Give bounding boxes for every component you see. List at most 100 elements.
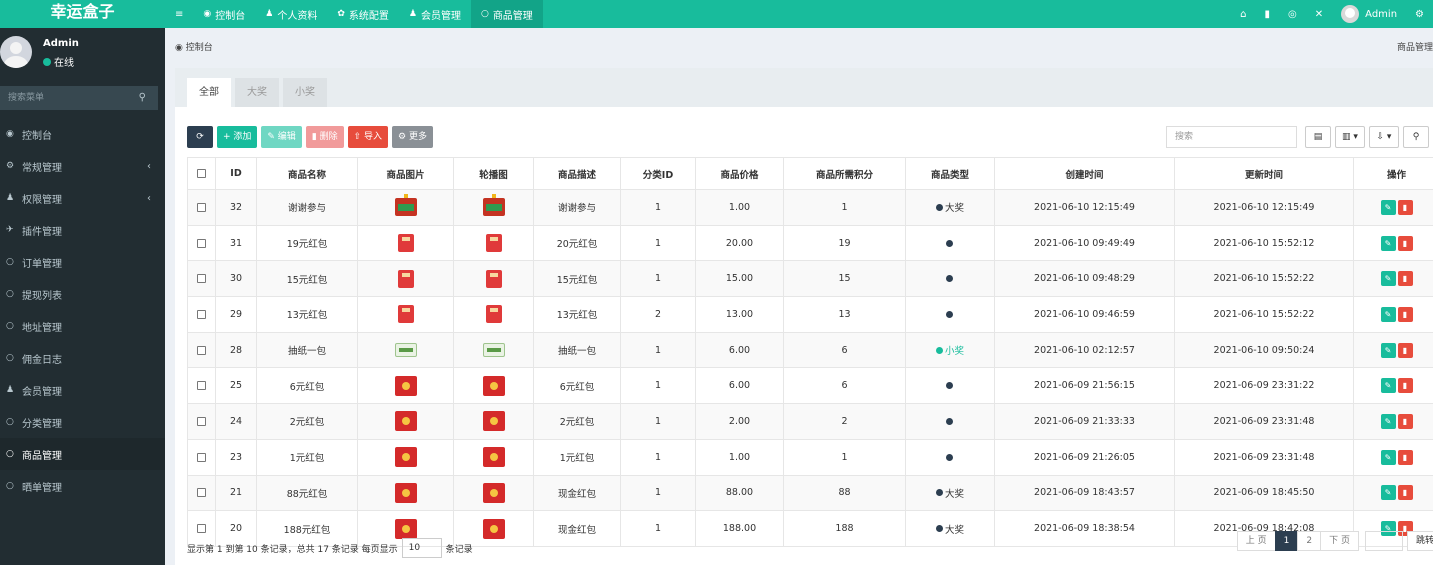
sidebar-toggle-button[interactable]: ≡ <box>165 0 193 28</box>
topnav-tab-members[interactable]: ♟ 会员管理 <box>399 0 471 28</box>
checkbox[interactable] <box>197 345 206 355</box>
row-edit-button[interactable]: ✎ <box>1380 449 1396 465</box>
table-row[interactable]: 29 13元红包 13元红包 2 13.00 13 2021-06-10 09:46:59 2… <box>187 296 1433 333</box>
checkbox[interactable] <box>197 488 206 498</box>
sidebar-item[interactable]: ○ 订单管理 <box>0 246 165 278</box>
col-id[interactable]: ID <box>215 157 257 190</box>
product-image[interactable] <box>394 482 417 503</box>
table-search-input[interactable]: 搜索 <box>1166 126 1297 148</box>
page-jump-button[interactable]: 跳转 <box>1406 531 1433 551</box>
product-image[interactable] <box>397 234 414 253</box>
product-image[interactable] <box>394 343 417 358</box>
sidebar-item[interactable]: ♟ 会员管理 <box>0 374 165 406</box>
checkbox[interactable] <box>197 452 206 462</box>
refresh-icon[interactable]: ◎ <box>1279 9 1306 20</box>
carousel-image[interactable] <box>482 343 505 358</box>
sidebar-item[interactable]: ○ 晒单管理 <box>0 470 165 502</box>
page-prev-button[interactable]: 上 页 <box>1236 531 1276 551</box>
row-select[interactable] <box>187 367 216 405</box>
checkbox[interactable] <box>197 169 206 178</box>
checkbox[interactable] <box>197 381 206 391</box>
refresh-button[interactable]: ⟳ <box>187 126 213 148</box>
delete-button[interactable]: ▮ 删除 <box>305 126 344 148</box>
fullscreen-icon[interactable]: ✕ <box>1306 9 1332 20</box>
topnav-tab-dashboard[interactable]: ◉ 控制台 <box>193 0 255 28</box>
row-edit-button[interactable]: ✎ <box>1380 342 1396 358</box>
col-price[interactable]: 商品价格 <box>695 157 784 190</box>
search-button[interactable]: ⚲ <box>1403 126 1429 148</box>
product-image[interactable] <box>394 194 417 217</box>
row-edit-button[interactable]: ✎ <box>1380 199 1396 215</box>
product-image[interactable] <box>397 269 414 288</box>
row-delete-button[interactable]: ▮ <box>1397 235 1413 251</box>
import-button[interactable]: ⇧ 导入 <box>347 126 389 148</box>
row-delete-button[interactable]: ▮ <box>1397 449 1413 465</box>
sidebar-item[interactable]: ♟ 权限管理 ‹ <box>0 182 165 214</box>
toggle-view-button[interactable]: ▤ <box>1305 126 1331 148</box>
sidebar-item[interactable]: ✈ 插件管理 <box>0 214 165 246</box>
row-edit-button[interactable]: ✎ <box>1380 271 1396 287</box>
tab-small-prize[interactable]: 小奖 <box>283 78 327 107</box>
row-edit-button[interactable]: ✎ <box>1380 378 1396 394</box>
export-dropdown-button[interactable]: ⇩ ▾ <box>1369 126 1399 148</box>
sidebar-item[interactable]: ○ 地址管理 <box>0 310 165 342</box>
topnav-tab-goods[interactable]: ○ 商品管理 <box>470 0 543 28</box>
row-delete-button[interactable]: ▮ <box>1397 271 1413 287</box>
carousel-image[interactable] <box>485 269 502 288</box>
row-select[interactable] <box>187 438 216 476</box>
select-all-checkbox[interactable] <box>187 157 216 190</box>
row-edit-button[interactable]: ✎ <box>1380 235 1396 251</box>
row-edit-button[interactable]: ✎ <box>1380 413 1396 429</box>
row-delete-button[interactable]: ▮ <box>1397 413 1413 429</box>
col-points[interactable]: 商品所需积分 <box>783 157 906 190</box>
col-desc[interactable]: 商品描述 <box>533 157 621 190</box>
row-select[interactable] <box>187 474 216 512</box>
checkbox[interactable] <box>197 238 206 248</box>
row-select[interactable] <box>187 403 216 440</box>
settings-icon[interactable]: ⚙ <box>1406 9 1433 20</box>
table-row[interactable]: 31 19元红包 20元红包 1 20.00 19 2021-06-10 09:49:49 2… <box>187 224 1433 262</box>
row-select[interactable] <box>187 260 216 298</box>
table-row[interactable]: 24 2元红包 2元红包 1 2.00 2 2021-06-09 21:33:33 2021-… <box>187 403 1433 440</box>
sidebar-item[interactable]: ○ 分类管理 <box>0 406 165 438</box>
col-created[interactable]: 创建时间 <box>994 157 1175 190</box>
more-button[interactable]: ⚙ 更多 <box>392 126 433 148</box>
carousel-image[interactable] <box>482 482 505 503</box>
page-size-select[interactable]: 10 <box>401 538 442 558</box>
table-row[interactable]: 25 6元红包 6元红包 1 6.00 6 2021-06-09 21:56:15 2021-… <box>187 367 1433 405</box>
checkbox[interactable] <box>197 274 206 284</box>
sidebar-search-input[interactable]: 搜索菜单 ⚲ <box>0 86 158 110</box>
columns-dropdown-button[interactable]: ▥ ▾ <box>1335 126 1365 148</box>
sidebar-item[interactable]: ○ 商品管理 <box>0 438 165 470</box>
row-delete-button[interactable]: ▮ <box>1397 378 1413 394</box>
tab-all[interactable]: 全部 <box>187 78 231 107</box>
product-image[interactable] <box>394 447 417 468</box>
row-delete-button[interactable]: ▮ <box>1397 342 1413 358</box>
col-carousel[interactable]: 轮播图 <box>453 157 534 190</box>
checkbox[interactable] <box>197 416 206 426</box>
checkbox[interactable] <box>197 309 206 319</box>
breadcrumb[interactable]: ◉ 控制台 <box>175 40 213 53</box>
sidebar-item[interactable]: ○ 佣金日志 <box>0 342 165 374</box>
admin-menu[interactable]: Admin <box>1332 5 1406 23</box>
col-category[interactable]: 分类ID <box>620 157 696 190</box>
page-1-button[interactable]: 1 <box>1274 531 1299 551</box>
product-image[interactable] <box>394 375 417 396</box>
checkbox[interactable] <box>197 202 206 212</box>
add-button[interactable]: + 添加 <box>217 126 258 148</box>
row-select[interactable] <box>187 331 216 369</box>
col-type[interactable]: 商品类型 <box>905 157 995 190</box>
edit-button[interactable]: ✎ 编辑 <box>261 126 302 148</box>
product-image[interactable] <box>394 411 417 432</box>
row-delete-button[interactable]: ▮ <box>1397 199 1413 215</box>
row-delete-button[interactable]: ▮ <box>1397 485 1413 501</box>
table-row[interactable]: 32 谢谢参与 谢谢参与 1 1.00 1 大奖 2021-06-10 12:15:49 202… <box>187 189 1433 226</box>
sidebar-item[interactable]: ◉ 控制台 <box>0 118 165 150</box>
table-row[interactable]: 23 1元红包 1元红包 1 1.00 1 2021-06-09 21:26:05 2021-… <box>187 438 1433 476</box>
col-image[interactable]: 商品图片 <box>357 157 454 190</box>
row-delete-button[interactable]: ▮ <box>1397 306 1413 322</box>
page-2-button[interactable]: 2 <box>1297 531 1322 551</box>
app-logo[interactable]: 幸运盒子 <box>0 0 165 28</box>
carousel-image[interactable] <box>485 234 502 253</box>
carousel-image[interactable] <box>482 194 505 217</box>
